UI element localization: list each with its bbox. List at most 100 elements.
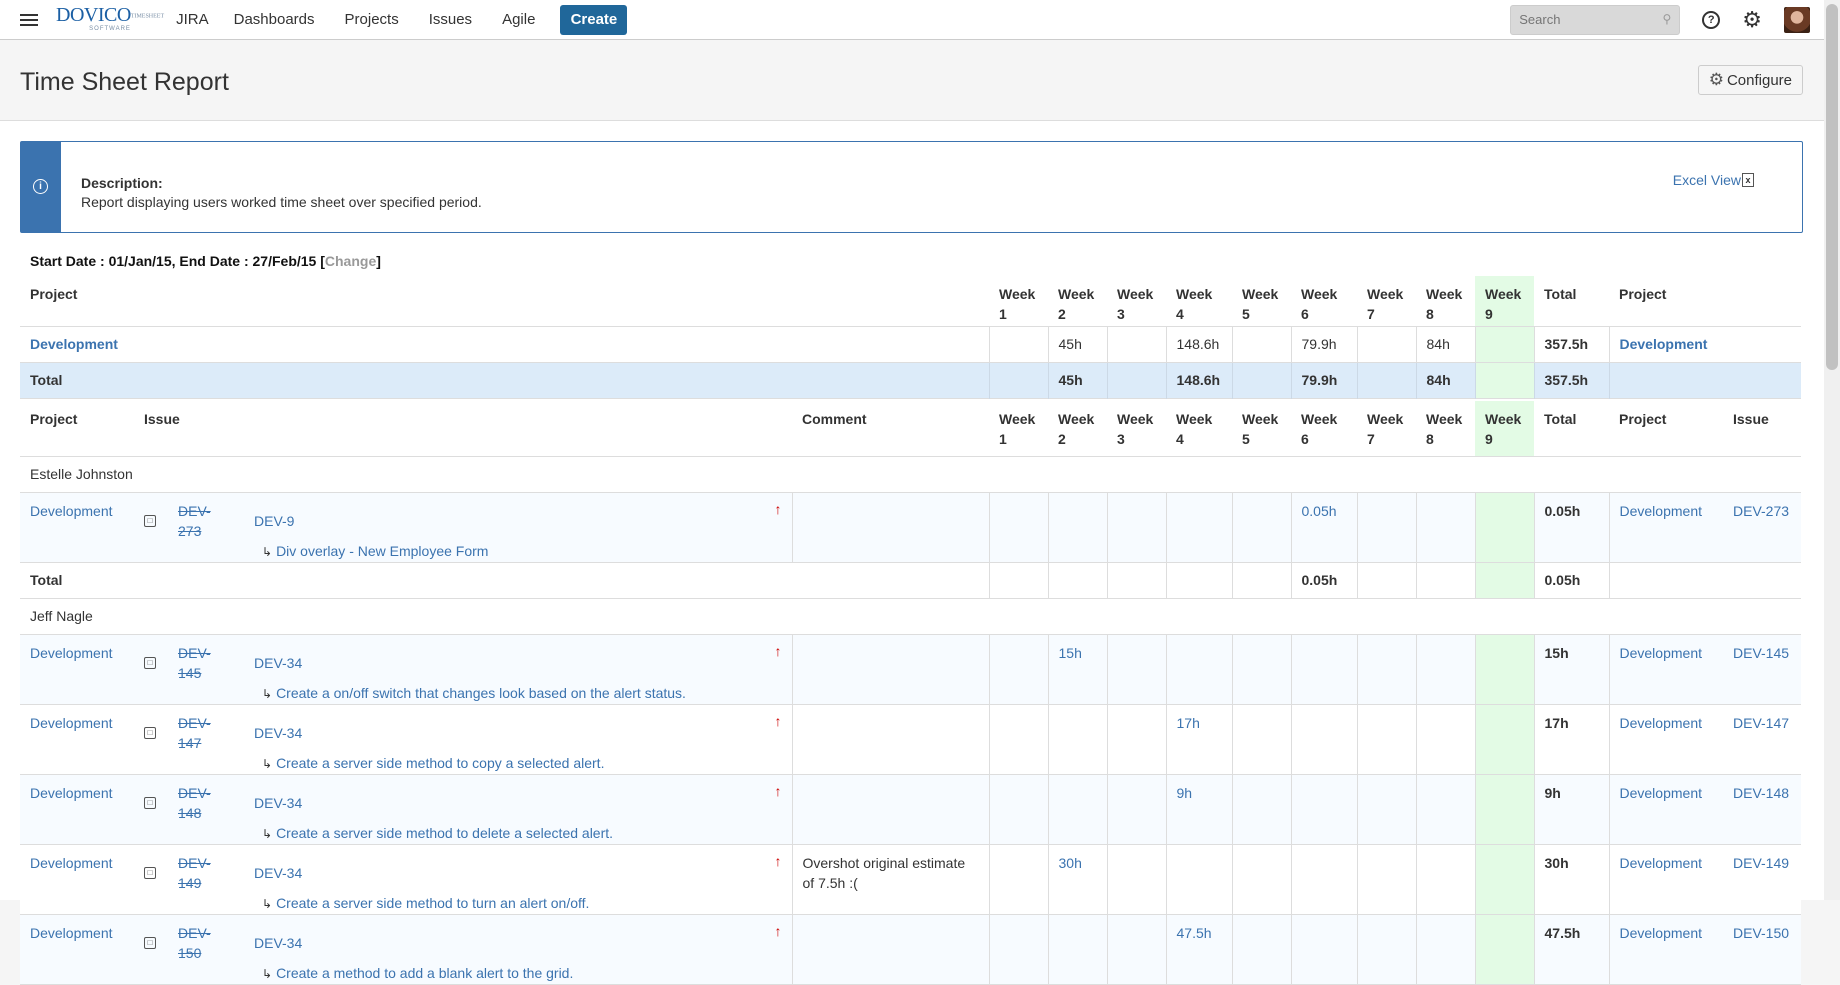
issue-link-end[interactable]: DEV-145 (1723, 634, 1801, 704)
logo-sub: SOFTWARE (89, 25, 131, 32)
issue-key-link[interactable]: DEV-150 (178, 923, 234, 963)
cell-week-5 (1231, 844, 1291, 914)
cell-total: 30h (1533, 844, 1609, 914)
issue-link-end[interactable]: DEV-149 (1723, 844, 1801, 914)
cell-week-5 (1231, 914, 1291, 984)
cell-week-4 (1165, 492, 1232, 562)
cell-week-8 (1415, 492, 1475, 562)
col-comment: Comment (802, 411, 867, 427)
issue-summary-link[interactable]: Create a server side method to copy a se… (276, 755, 604, 771)
story-icon: □ (144, 656, 156, 669)
project-link-end[interactable]: Development (1608, 914, 1723, 984)
nav-issues[interactable]: Issues (414, 0, 487, 39)
cell-week-4[interactable]: 17h (1165, 704, 1232, 774)
project-link-end[interactable]: Development (1608, 844, 1723, 914)
dovico-logo[interactable]: DOVICOTIMESHEET SOFTWARE (56, 5, 165, 32)
search-input[interactable] (1511, 5, 1662, 34)
project-link[interactable]: Development (20, 492, 134, 562)
comment-cell (791, 914, 989, 984)
parent-issue-link[interactable]: DEV-9 (254, 511, 294, 531)
total-total: 357.5h (1533, 362, 1609, 398)
detail-table: Project Issue Comment Week 1 Week 2 Week… (20, 401, 1801, 985)
subtask-arrow-icon: ↳ (262, 966, 273, 981)
cell-week-4[interactable]: 9h (1165, 774, 1232, 844)
create-button[interactable]: Create (560, 4, 628, 35)
excel-view-link[interactable]: Excel View x (1673, 172, 1754, 188)
parent-issue-link[interactable]: DEV-34 (254, 863, 302, 883)
cell-week-2[interactable]: 30h (1047, 844, 1107, 914)
total-week-2: 45h (1047, 362, 1107, 398)
arrow-up-icon: ↑ (774, 712, 782, 729)
cell-week-2 (1047, 914, 1107, 984)
issue-summary-link[interactable]: Create a server side method to turn an a… (276, 895, 589, 911)
top-navigation: DOVICOTIMESHEET SOFTWARE JIRA Dashboards… (0, 0, 1824, 40)
arrow-up-icon: ↑ (774, 922, 782, 939)
project-link[interactable]: Development (20, 326, 989, 362)
issue-cell: □ DEV-145 DEV-34 ↳ Create a on/off switch t… (134, 634, 792, 704)
detail-header-row: Project Issue Comment Week 1 Week 2 Week… (20, 401, 1801, 456)
project-link-end[interactable]: Development (1608, 704, 1723, 774)
parent-issue-link[interactable]: DEV-34 (254, 653, 302, 673)
hamburger-icon[interactable] (20, 11, 38, 29)
parent-issue-link[interactable]: DEV-34 (254, 933, 302, 953)
cell-week-9 (1474, 326, 1534, 362)
project-link[interactable]: Development (20, 704, 134, 774)
project-link-end[interactable]: Development (1608, 492, 1723, 562)
nav-right: ⚲ ? ⚙ (1510, 4, 1824, 35)
issue-summary-link[interactable]: Create a server side method to delete a … (276, 825, 613, 841)
user-total-week-3 (1106, 562, 1166, 598)
issue-key-link[interactable]: DEV-145 (178, 643, 234, 683)
table-row: Development □ DEV-145 DEV-34 ↳ Create a on/… (20, 634, 1801, 704)
nav-agile[interactable]: Agile (487, 0, 550, 39)
project-link-end[interactable]: Development (1608, 634, 1723, 704)
cell-week-8 (1415, 634, 1475, 704)
user-row: Estelle Johnston (20, 456, 1801, 492)
avatar[interactable] (1784, 6, 1810, 33)
project-link[interactable]: Development (20, 844, 134, 914)
issue-link-end[interactable]: DEV-273 (1723, 492, 1801, 562)
configure-label: Configure (1726, 71, 1792, 89)
parent-issue-link[interactable]: DEV-34 (254, 793, 302, 813)
issue-link-end[interactable]: DEV-148 (1723, 774, 1801, 844)
cell-week-4[interactable]: 47.5h (1165, 914, 1232, 984)
cell-week-6[interactable]: 0.05h (1290, 492, 1357, 562)
nav-projects[interactable]: Projects (330, 0, 414, 39)
issue-link-end[interactable]: DEV-150 (1723, 914, 1801, 984)
cell-week-6 (1290, 634, 1357, 704)
project-link-end[interactable]: Development (1608, 774, 1723, 844)
issue-summary-link[interactable]: Div overlay - New Employee Form (276, 543, 488, 559)
cell-week-2[interactable]: 15h (1047, 634, 1107, 704)
scrollbar[interactable] (1824, 0, 1840, 900)
cell-total: 9h (1533, 774, 1609, 844)
parent-issue-link[interactable]: DEV-34 (254, 723, 302, 743)
nav-jira[interactable]: JIRA (176, 0, 219, 39)
project-link[interactable]: Development (20, 774, 134, 844)
project-link-end[interactable]: Development (1608, 326, 1801, 362)
cell-week-2 (1047, 774, 1107, 844)
cell-week-8 (1415, 914, 1475, 984)
issue-key-link[interactable]: DEV-147 (178, 713, 234, 753)
search-icon[interactable]: ⚲ (1662, 12, 1671, 26)
project-link[interactable]: Development (20, 634, 134, 704)
configure-button[interactable]: ⚙ Configure (1697, 65, 1803, 95)
subtask-arrow-icon: ↳ (262, 896, 273, 911)
issue-summary-link[interactable]: Create a method to add a blank alert to … (276, 965, 573, 981)
issue-key-link[interactable]: DEV-148 (178, 783, 234, 823)
comment-cell (791, 704, 989, 774)
cell-week-3 (1106, 634, 1166, 704)
gear-icon[interactable]: ⚙ (1742, 8, 1762, 31)
gear-icon: ⚙ (1708, 70, 1724, 89)
change-dates-link[interactable]: Change (325, 253, 376, 269)
help-icon[interactable]: ? (1702, 10, 1721, 29)
logo-tag: TIMESHEET (130, 13, 165, 20)
date-range: Start Date : 01/Jan/15, End Date : 27/Fe… (30, 253, 381, 269)
nav-dashboards[interactable]: Dashboards (219, 0, 330, 39)
project-link[interactable]: Development (20, 914, 134, 984)
issue-key-link[interactable]: DEV-273 (178, 501, 234, 541)
scrollbar-thumb[interactable] (1826, 4, 1838, 370)
issue-summary-link[interactable]: Create a on/off switch that changes look… (276, 685, 686, 701)
cell-week-1 (988, 704, 1048, 774)
issue-link-end[interactable]: DEV-147 (1723, 704, 1801, 774)
cell-week-4: 148.6h (1165, 326, 1232, 362)
issue-key-link[interactable]: DEV-149 (178, 853, 234, 893)
